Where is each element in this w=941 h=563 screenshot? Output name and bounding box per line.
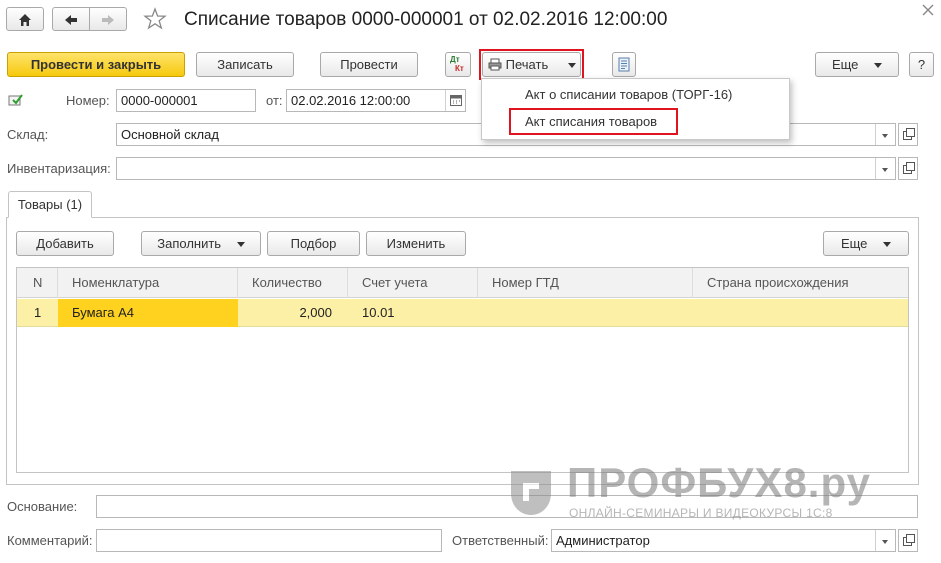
watermark-logo [511,471,551,515]
select-button[interactable]: Подбор [267,231,360,256]
table-row[interactable]: 1 Бумага А4 2,000 10.01 [17,299,908,327]
warehouse-value: Основной склад [121,127,219,142]
help-button[interactable]: ? [909,52,934,77]
close-button[interactable] [920,2,936,18]
calendar-button[interactable] [445,90,465,111]
save-button[interactable]: Записать [196,52,294,77]
watermark: ПРОФБУХ8.ру ОНЛАЙН-СЕМИНАРЫ И ВИДЕОКУРСЫ… [505,459,900,524]
basis-label: Основание: [7,499,78,514]
comment-label: Комментарий: [7,533,93,548]
print-button-highlight [479,49,584,80]
watermark-brand: ПРОФБУХ8.ру [567,459,871,506]
date-value: 02.02.2016 12:00:00 [291,93,411,108]
favorite-button[interactable] [143,7,169,33]
cell-item[interactable]: Бумага А4 [58,299,238,327]
goods-table: N Номенклатура Количество Счет учета Ном… [16,267,909,473]
close-icon [922,4,934,16]
home-button[interactable] [6,7,44,31]
tab-goods[interactable]: Товары (1) [8,191,92,218]
cell-account[interactable]: 10.01 [348,299,478,327]
column-header-n[interactable]: N [17,268,58,298]
comment-field[interactable] [96,529,442,552]
responsible-value: Администратор [556,533,650,548]
warehouse-open-button[interactable] [898,123,918,146]
watermark-tagline: ОНЛАЙН-СЕМИНАРЫ И ВИДЕОКУРСЫ 1С:8 [569,506,833,520]
date-field[interactable]: 02.02.2016 12:00:00 [286,89,466,112]
forward-button[interactable] [89,7,127,31]
post-and-close-button[interactable]: Провести и закрыть [7,52,185,77]
number-label: Номер: [66,93,110,108]
home-icon [19,14,31,26]
column-header-country[interactable]: Страна происхождения [693,268,908,298]
document-button[interactable] [612,52,636,77]
more-actions-button[interactable]: Еще [815,52,899,77]
responsible-dropdown-button[interactable] [875,530,895,551]
back-button[interactable] [52,7,90,31]
table-more-button[interactable]: Еще [823,231,909,256]
document-icon [618,57,630,72]
cell-quantity[interactable]: 2,000 [238,299,348,327]
dt-kt-button[interactable]: Дт Кт [445,52,471,77]
warehouse-dropdown-button[interactable] [875,124,895,145]
dt-kt-icon: Дт Кт [450,55,464,73]
column-header-item[interactable]: Номенклатура [58,268,238,298]
cell-gtd[interactable] [478,299,693,327]
cell-n: 1 [34,305,42,320]
posted-status-icon [8,94,23,106]
number-field[interactable]: 0000-000001 [116,89,256,112]
inventory-open-button[interactable] [898,157,918,180]
add-row-button[interactable]: Добавить [16,231,114,256]
star-icon [143,7,167,30]
responsible-label: Ответственный: [452,533,549,548]
inventory-dropdown-button[interactable] [875,158,895,179]
column-header-account[interactable]: Счет учета [348,268,478,298]
chevron-down-icon [883,242,892,248]
date-label: от: [266,93,283,108]
table-header: N Номенклатура Количество Счет учета Ном… [17,268,908,298]
change-button[interactable]: Изменить [366,231,466,256]
fill-button[interactable]: Заполнить [141,231,261,256]
calendar-icon [450,95,462,106]
print-menu-item-torg16[interactable]: Акт о списании товаров (ТОРГ-16) [525,84,732,106]
chevron-down-icon [236,242,245,248]
window-title: Списание товаров 0000-000001 от 02.02.20… [184,9,668,30]
post-button[interactable]: Провести [320,52,418,77]
back-arrow-icon [65,15,77,25]
chevron-down-icon [874,63,883,69]
inventory-label: Инвентаризация: [7,161,111,176]
inventory-field[interactable] [116,157,896,180]
responsible-field[interactable]: Администратор [551,529,896,552]
responsible-open-button[interactable] [898,529,918,552]
column-header-gtd[interactable]: Номер ГТД [478,268,693,298]
print-menu-item-highlight [509,108,678,135]
column-header-quantity[interactable]: Количество [238,268,348,298]
forward-arrow-icon [102,15,114,25]
warehouse-label: Склад: [7,127,49,142]
cell-country[interactable] [693,299,908,327]
